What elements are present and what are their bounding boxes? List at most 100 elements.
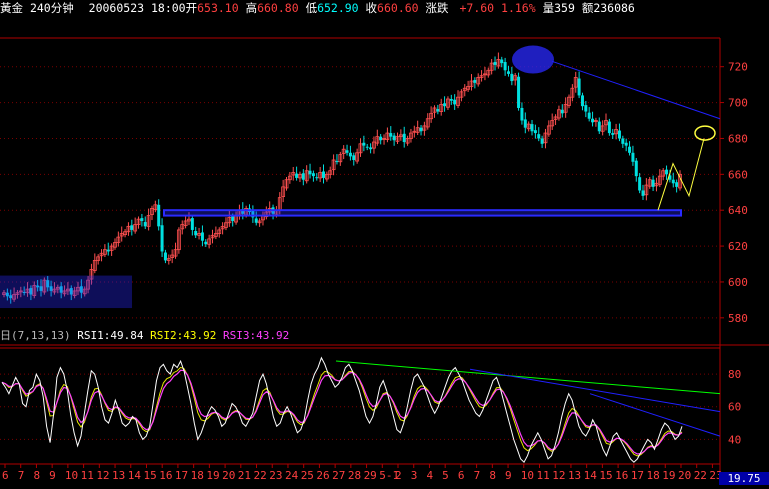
candle-body-down [634, 160, 638, 177]
x-tick-label: 6 [2, 469, 9, 482]
low-label: 低 [305, 1, 318, 15]
candle-body-down [520, 107, 524, 121]
rsi-tick-label: 40 [728, 433, 741, 446]
x-tick-label: 22 [254, 469, 267, 482]
x-tick-label: 8 [489, 469, 496, 482]
close-value: 660.60 [377, 1, 419, 15]
candle-body-down [301, 173, 305, 180]
candle-body-down [322, 171, 326, 178]
x-tick-label: 12 [96, 469, 109, 482]
status-badge: 19.75 [719, 472, 769, 485]
chart-canvas[interactable]: 5806006206406606807007204060806 7 8 9 10 11 12… [0, 0, 769, 485]
date-label: 20060523 18:00 [88, 1, 186, 15]
x-tick-label: 26 [316, 469, 329, 482]
rsi3-value: 43.92 [256, 329, 290, 342]
candle-body-down [315, 177, 319, 179]
x-tick-label: 10 [65, 469, 78, 482]
rsi3-label: RSI3: [222, 329, 257, 342]
candle-body-down [106, 249, 110, 252]
candle-body-down [335, 161, 339, 163]
candle-body-down [638, 177, 642, 191]
candle-body-down [473, 79, 477, 83]
chart-window: 580 600 620 640 660 680 700 720 40 60 80 6 7 8 9 10 11 12… [0, 0, 769, 485]
candle-body-down [365, 146, 369, 148]
x-tick-label: 23 [269, 469, 282, 482]
consolidation-box [0, 275, 132, 309]
candle-body-down [517, 76, 521, 108]
price-tick-label: 720 [728, 61, 748, 74]
candle-body-down [204, 241, 208, 245]
candle-body-down [453, 99, 457, 105]
rsi1-value: 49.84 [110, 329, 144, 342]
x-tick-label: 6 [458, 469, 465, 482]
change-value: +7.60 [459, 1, 495, 15]
candle-body-down [352, 155, 356, 160]
x-tick-label: 19 [662, 469, 675, 482]
rsi1-line [1, 356, 683, 464]
price-tick-label: 600 [728, 276, 748, 289]
support-zone-fill [164, 211, 681, 215]
candle-body-down [200, 232, 204, 241]
resistance-trendline [551, 60, 721, 120]
candle-body-down [611, 133, 615, 135]
rsi3-line [1, 369, 683, 455]
candle-body-down [362, 142, 366, 146]
candle-body-down [580, 95, 584, 107]
close-label: 收 [365, 1, 378, 15]
x-tick-label: 17 [631, 469, 644, 482]
rsi-prefix: 日 [0, 329, 11, 342]
x-tick-label: 20 [678, 469, 691, 482]
x-tick-label: 5 [442, 469, 449, 482]
amount-value: 236086 [593, 1, 635, 15]
candle-body-down [348, 152, 352, 157]
candle-body-down [510, 73, 514, 82]
candle-body-down [651, 179, 655, 187]
x-tick-label: 29 [364, 469, 377, 482]
x-tick-label: 19 [206, 469, 219, 482]
candle-body-down [194, 231, 198, 236]
x-tick-label: 7 [474, 469, 481, 482]
x-tick-label: 15 [599, 469, 612, 482]
x-tick-label: 12 [552, 469, 565, 482]
candle-body-down [533, 130, 537, 134]
candle-body-down [631, 152, 635, 162]
candle-body-down [591, 118, 595, 123]
volume-value: 359 [554, 1, 575, 15]
candle-body-down [345, 150, 349, 153]
x-tick-label: 4 [426, 469, 433, 482]
candle-body-down [157, 204, 161, 227]
x-tick-label: 18 [647, 469, 660, 482]
price-tick-label: 620 [728, 240, 748, 253]
x-tick-label: 16 [159, 469, 172, 482]
volume-label: 量 [542, 1, 555, 15]
candle-body-down [641, 190, 645, 196]
price-tick-label: 680 [728, 132, 748, 145]
candle-body-down [500, 59, 504, 64]
price-tick-label: 580 [728, 312, 748, 325]
candle-body-down [402, 133, 406, 143]
change-label: 涨跌 [425, 1, 449, 15]
amount-label: 额 [581, 1, 594, 15]
symbol-name: 黃金 [0, 1, 23, 15]
rsi-blue-trendline-2 [589, 393, 721, 437]
x-tick-label: 3 [411, 469, 418, 482]
candle-body-down [379, 136, 383, 141]
x-tick-label: 11 [81, 469, 94, 482]
x-tick-label: 13 [568, 469, 581, 482]
candle-body-down [308, 170, 312, 175]
x-tick-label: 24 [285, 469, 299, 482]
candle-body-down [254, 218, 258, 223]
candle-body-down [628, 146, 632, 153]
candle-body-down [540, 138, 544, 144]
x-tick-label: 14 [584, 469, 598, 482]
candle-body-down [560, 109, 564, 114]
candle-body-down [523, 119, 527, 128]
x-tick-label: 10 [521, 469, 534, 482]
candle-body-down [311, 173, 315, 177]
candle-body-down [675, 182, 679, 187]
low-value: 652.90 [317, 1, 359, 15]
candle-body-down [436, 109, 440, 112]
rsi1-label: RSI1: [77, 329, 111, 342]
x-tick-label: 18 [191, 469, 204, 482]
x-tick-label: 27 [332, 469, 345, 482]
